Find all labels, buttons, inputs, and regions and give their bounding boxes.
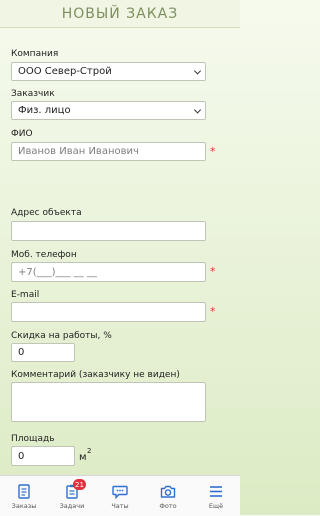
tab-tasks-label: Задачи	[59, 502, 85, 510]
tab-tasks[interactable]: 21 Задачи	[49, 476, 95, 510]
menu-icon	[210, 486, 222, 497]
discount-value: 0	[18, 347, 25, 358]
phone-input[interactable]: +7(___)___ __ __	[11, 262, 206, 282]
address-label: Адрес объекта	[11, 208, 82, 218]
tab-chats[interactable]: Чаты	[97, 476, 143, 510]
phone-label: Моб. телефон	[11, 250, 77, 260]
page-title: НОВЫЙ ЗАКАЗ	[61, 5, 179, 22]
area-unit-exponent: 2	[87, 447, 92, 455]
fio-placeholder: Иванов Иван Иванович	[18, 146, 139, 157]
phone-placeholder: +7(___)___ __ __	[18, 266, 97, 278]
tab-photo-label: Фото	[159, 502, 177, 510]
area-value: 0	[18, 450, 25, 462]
chevron-down-icon	[193, 105, 202, 114]
phone-required-marker: *	[210, 265, 216, 278]
area-unit: м	[79, 452, 87, 463]
tab-photo[interactable]: Фото	[145, 476, 191, 510]
comment-textarea[interactable]	[11, 382, 206, 422]
fio-label: ФИО	[11, 129, 33, 139]
tab-orders[interactable]: Заказы	[1, 476, 47, 510]
address-input[interactable]	[11, 221, 206, 241]
camera-icon	[160, 485, 176, 498]
comment-label: Комментарий (заказчику не виден)	[11, 370, 180, 380]
area-label: Площадь	[11, 434, 55, 444]
discount-input[interactable]: 0	[11, 343, 75, 362]
company-label: Компания	[11, 49, 59, 59]
tasks-count-badge: 21	[73, 479, 86, 490]
area-input[interactable]: 0	[11, 446, 75, 466]
customer-value: Физ. лицо	[18, 105, 71, 116]
email-label: E-mail	[11, 290, 40, 300]
tab-orders-label: Заказы	[11, 502, 37, 510]
chat-icon	[112, 485, 128, 499]
page-header: НОВЫЙ ЗАКАЗ	[0, 0, 240, 28]
bottom-tab-bar: Заказы 21 Задачи Чаты Фото Ещё	[0, 475, 240, 516]
email-input[interactable]	[11, 302, 206, 322]
tab-more-label: Ещё	[208, 502, 224, 510]
customer-select[interactable]: Физ. лицо	[11, 101, 206, 120]
company-select[interactable]: ООО Север-Строй	[11, 62, 206, 81]
tab-chats-label: Чаты	[111, 502, 129, 510]
fio-required-marker: *	[210, 145, 216, 158]
email-required-marker: *	[210, 305, 216, 318]
customer-label: Заказчик	[11, 89, 55, 99]
company-value: ООО Север-Строй	[18, 66, 112, 77]
fio-input[interactable]: Иванов Иван Иванович	[11, 142, 206, 161]
orders-icon	[18, 484, 30, 499]
discount-label: Скидка на работы, %	[11, 331, 112, 341]
chevron-down-icon	[193, 66, 202, 75]
tab-more[interactable]: Ещё	[193, 476, 239, 510]
